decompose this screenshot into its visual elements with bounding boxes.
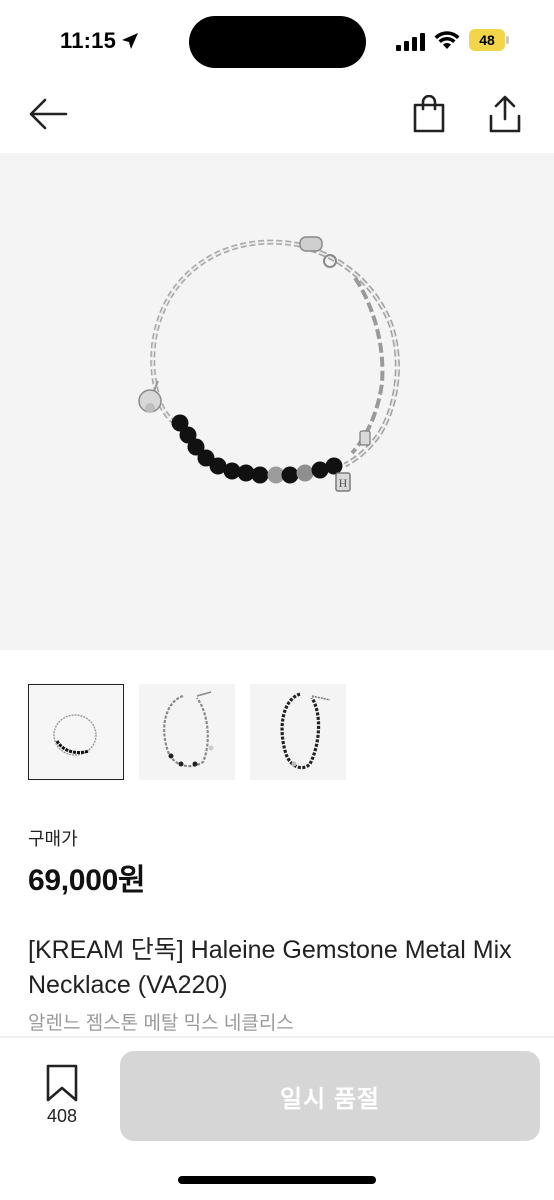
product-image[interactable]: H [0, 153, 554, 650]
wishlist-count: 408 [46, 1106, 78, 1126]
product-subtitle: 알렌느 젬스톤 메탈 믹스 네클리스 [28, 1013, 294, 1034]
wishlist-button[interactable]: 408 [36, 1064, 88, 1128]
silver-necklace-thumbnail [163, 691, 214, 768]
arrow-left-icon [29, 98, 68, 130]
cellular-signal-icon [396, 33, 425, 51]
svg-text:H: H [339, 476, 348, 490]
price-label: 구매가 [28, 829, 78, 849]
battery-cap [506, 36, 509, 44]
location-arrow-icon [122, 33, 138, 49]
home-indicator [178, 1176, 376, 1184]
thumbnail-1[interactable] [28, 684, 124, 780]
status-time: 11:15 [60, 28, 117, 53]
shopping-bag-button[interactable] [406, 90, 452, 138]
necklace-illustration: H [138, 236, 400, 492]
dynamic-island [189, 16, 366, 68]
battery-level: 48 [479, 32, 495, 48]
sold-out-button[interactable]: 일시 품절 [120, 1051, 540, 1141]
thumbnail-3[interactable] [250, 684, 346, 780]
shopping-bag-icon [413, 95, 445, 133]
share-button[interactable] [482, 90, 528, 138]
product-title: [KREAM 단독] Haleine Gemstone Metal Mix Ne… [28, 936, 512, 999]
bracelet-thumbnail [53, 714, 97, 756]
black-necklace-thumbnail [280, 692, 331, 770]
battery-indicator: 48 [469, 29, 509, 51]
back-button[interactable] [24, 92, 72, 136]
status-bar: 11:15 48 [0, 0, 554, 80]
bookmark-icon [46, 1064, 78, 1102]
share-icon [489, 95, 521, 133]
thumbnail-2[interactable] [139, 684, 235, 780]
price-value: 69,000원 [28, 864, 146, 897]
wifi-icon [434, 31, 460, 49]
